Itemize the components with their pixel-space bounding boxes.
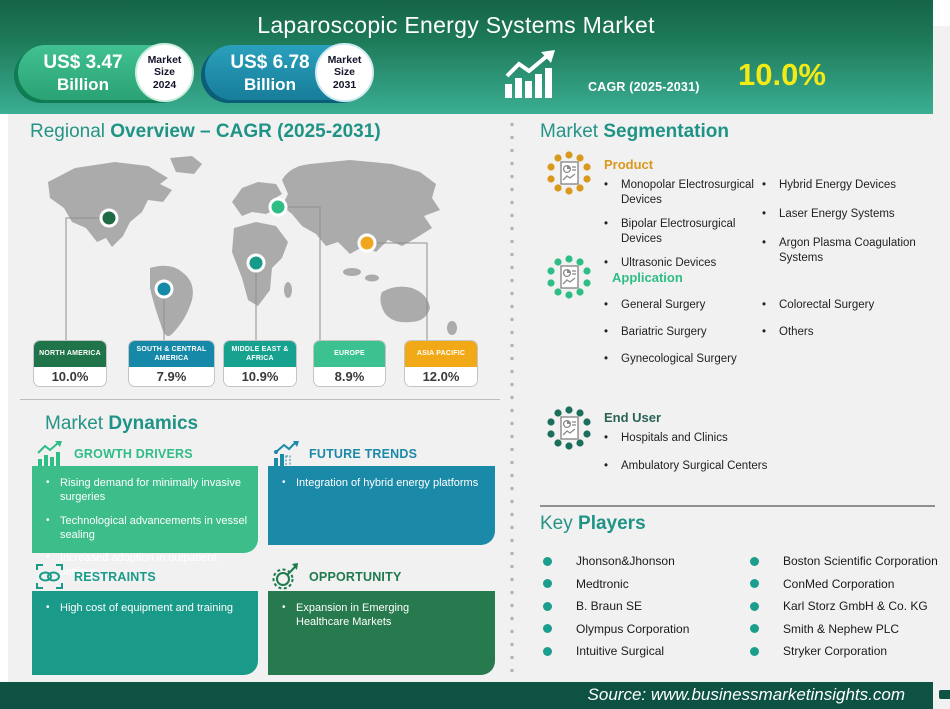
map-marker-europe <box>270 199 286 215</box>
key-player: Medtronic <box>543 573 743 596</box>
region-name: MIDDLE EAST & AFRICA <box>224 341 296 367</box>
application-item: Colorectal Surgery <box>762 298 934 313</box>
cagr-label: CAGR (2025-2031) <box>588 80 700 94</box>
application-segment-icon <box>544 252 594 302</box>
product-item: Hybrid Energy Devices <box>762 178 934 193</box>
product-segment-icon <box>544 148 594 198</box>
key-player: ConMed Corporation <box>750 573 940 596</box>
region-cagr: 12.0% <box>405 367 477 386</box>
region-card-europe: EUROPE 8.9% <box>313 340 386 387</box>
product-item: Bipolar Electrosurgical Devices <box>604 217 762 247</box>
left-margin <box>0 114 8 682</box>
region-card-middle-east-africa: MIDDLE EAST & AFRICA 10.9% <box>223 340 297 387</box>
end-user-segment-lists: Hospitals and Clinics Ambulatory Surgica… <box>604 431 934 483</box>
growth-drivers-icon <box>36 441 63 468</box>
right-gutter-top <box>933 0 950 26</box>
application-segment-label: Application <box>612 270 683 285</box>
page-title: Laparoscopic Energy Systems Market <box>0 12 912 39</box>
map-marker-middle-east-africa <box>248 255 264 271</box>
growth-driver-item: Technological advancements in vessel sea… <box>46 514 248 543</box>
end-user-segment-icon <box>544 403 594 453</box>
end-user-item: Ambulatory Surgical Centers <box>604 459 934 474</box>
application-segment-lists: General Surgery Bariatric Surgery Gyneco… <box>604 298 934 376</box>
region-card-south-central-america: SOUTH & CENTRAL AMERICA 7.9% <box>128 340 215 387</box>
application-item: Others <box>762 325 934 340</box>
market-size-2031-pill: US$ 6.78 Billion Market Size 2031 <box>205 45 372 100</box>
column-divider <box>510 118 514 674</box>
region-name: ASIA PACIFIC <box>405 341 477 367</box>
application-item: Bariatric Surgery <box>604 325 762 340</box>
region-cagr: 10.0% <box>34 367 106 386</box>
key-players-heading: Key Players <box>540 513 646 535</box>
key-player: Boston Scientific Corporation <box>750 550 940 573</box>
product-segment-label: Product <box>604 157 653 172</box>
map-marker-north-america <box>101 210 117 226</box>
key-player: Olympus Corporation <box>543 618 743 641</box>
map-marker-south-central-america <box>156 281 172 297</box>
future-trends-title: FUTURE TRENDS <box>309 447 417 461</box>
region-name: EUROPE <box>314 341 385 367</box>
region-card-asia-pacific: ASIA PACIFIC 12.0% <box>404 340 478 387</box>
region-cagr: 8.9% <box>314 367 385 386</box>
restraints-box: High cost of equipment and training <box>32 591 258 675</box>
region-name: NORTH AMERICA <box>34 341 106 367</box>
map-marker-asia-pacific <box>359 235 375 251</box>
future-trend-item: Integration of hybrid energy platforms <box>282 476 485 490</box>
region-cagr: 7.9% <box>129 367 214 386</box>
region-cagr: 10.9% <box>224 367 296 386</box>
application-item: Gynecological Surgery <box>604 352 762 367</box>
product-item: Ultrasonic Devices <box>604 256 762 271</box>
gear-dart-icon <box>272 563 299 590</box>
growth-drivers-title: GROWTH DRIVERS <box>74 447 193 461</box>
application-item: General Surgery <box>604 298 762 313</box>
regional-overview-heading: Regional Overview – CAGR (2025-2031) <box>30 121 381 143</box>
region-name: SOUTH & CENTRAL AMERICA <box>129 341 214 367</box>
market-size-2031-value: US$ 6.78 Billion <box>215 52 325 95</box>
end-user-item: Hospitals and Clinics <box>604 431 934 446</box>
opportunity-item: Expansion in Emerging Healthcare Markets <box>282 601 462 630</box>
world-map <box>20 150 500 342</box>
product-item: Monopolar Electrosurgical Devices <box>604 178 762 208</box>
opportunity-box: Expansion in Emerging Healthcare Markets <box>268 591 495 675</box>
growth-chart-icon <box>503 50 561 100</box>
opportunity-title: OPPORTUNITY <box>309 570 401 584</box>
scrollbar-thumb[interactable] <box>939 690 950 699</box>
source-link[interactable]: Source: www.businessmarketinsights.com <box>588 685 905 705</box>
market-dynamics-heading: Market Dynamics <box>45 413 198 435</box>
key-player: Jhonson&Jhonson <box>543 550 743 573</box>
market-size-2024-value: US$ 3.47 Billion <box>28 52 138 95</box>
key-player: B. Braun SE <box>543 595 743 618</box>
product-segment-lists: Monopolar Electrosurgical Devices Bipola… <box>604 178 934 280</box>
future-trends-box: Integration of hybrid energy platforms <box>268 466 495 545</box>
footer-bar: Source: www.businessmarketinsights.com <box>0 682 933 709</box>
chain-link-icon <box>36 563 63 590</box>
restraints-title: RESTRAINTS <box>74 570 156 584</box>
key-player: Stryker Corporation <box>750 640 940 663</box>
market-segmentation-heading: Market Segmentation <box>540 121 729 143</box>
key-player: Karl Storz GmbH & Co. KG <box>750 595 940 618</box>
region-card-north-america: NORTH AMERICA 10.0% <box>33 340 107 387</box>
growth-driver-item: Rising demand for minimally invasive sur… <box>46 476 248 505</box>
header-banner: Laparoscopic Energy Systems Market US$ 3… <box>0 0 933 114</box>
key-player: Smith & Nephew PLC <box>750 618 940 641</box>
cagr-value: 10.0% <box>738 57 826 93</box>
key-players-left-column: Jhonson&Jhonson Medtronic B. Braun SE Ol… <box>543 550 743 663</box>
left-section-divider <box>20 399 500 400</box>
trend-arrow-icon <box>272 441 299 468</box>
product-item: Laser Energy Systems <box>762 207 934 222</box>
market-size-2024-badge: Market Size 2024 <box>135 43 194 102</box>
key-player: Intuitive Surgical <box>543 640 743 663</box>
right-section-divider <box>540 505 935 507</box>
restraint-item: High cost of equipment and training <box>46 601 248 615</box>
end-user-segment-label: End User <box>604 410 661 425</box>
growth-drivers-box: Rising demand for minimally invasive sur… <box>32 466 258 553</box>
market-size-2031-badge: Market Size 2031 <box>315 43 374 102</box>
key-players-right-column: Boston Scientific Corporation ConMed Cor… <box>750 550 940 663</box>
product-item: Argon Plasma Coagulation Systems <box>762 236 934 266</box>
market-size-2024-pill: US$ 3.47 Billion Market Size 2024 <box>18 45 192 100</box>
